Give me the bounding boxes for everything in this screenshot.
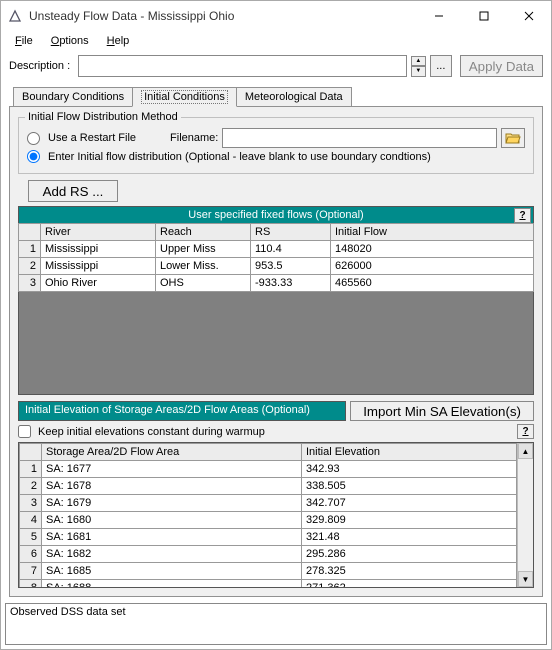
enter-dist-radio[interactable] <box>27 150 40 163</box>
description-more-button[interactable]: ... <box>430 55 452 77</box>
description-row: Description : ▲ ▼ ... Apply Data <box>1 51 551 81</box>
menu-file[interactable]: File <box>7 33 41 49</box>
table-row[interactable]: 5SA: 1681321.48 <box>20 529 517 546</box>
col-river[interactable]: River <box>41 224 156 241</box>
tab-boundary-conditions[interactable]: Boundary Conditions <box>13 87 133 106</box>
col-storage-area[interactable]: Storage Area/2D Flow Area <box>42 444 302 461</box>
use-restart-radio[interactable] <box>27 132 40 145</box>
tab-meteorological-data[interactable]: Meteorological Data <box>236 87 352 106</box>
enter-dist-label: Enter Initial flow distribution (Optiona… <box>48 151 431 163</box>
spinner-down-icon[interactable]: ▼ <box>411 66 426 77</box>
status-area: Observed DSS data set <box>5 603 547 645</box>
use-restart-label: Use a Restart File <box>48 132 136 144</box>
folder-open-icon <box>505 131 521 145</box>
table-row[interactable]: 3 Ohio River OHS -933.33 465560 <box>19 275 534 292</box>
fixed-flows-empty-area <box>18 292 534 395</box>
table-row[interactable]: 3SA: 1679342.707 <box>20 495 517 512</box>
table-row[interactable]: 1 Mississippi Upper Miss 110.4 148020 <box>19 241 534 258</box>
col-initial-flow[interactable]: Initial Flow <box>331 224 534 241</box>
maximize-button[interactable] <box>461 2 506 31</box>
fixed-flows-section: User specified fixed flows (Optional) ? … <box>18 206 534 395</box>
storage-scrollbar[interactable]: ▲ ▼ <box>517 443 533 587</box>
keep-elev-checkbox[interactable] <box>18 425 31 438</box>
keep-elev-label: Keep initial elevations constant during … <box>38 426 265 438</box>
tab-strip: Boundary Conditions Initial Conditions M… <box>1 81 551 106</box>
window-title: Unsteady Flow Data - Mississippi Ohio <box>29 9 416 23</box>
col-rs[interactable]: RS <box>251 224 331 241</box>
table-row[interactable]: 2 Mississippi Lower Miss. 953.5 626000 <box>19 258 534 275</box>
description-input[interactable] <box>78 55 407 77</box>
scroll-up-icon[interactable]: ▲ <box>518 443 533 459</box>
initial-flow-groupbox: Initial Flow Distribution Method Use a R… <box>18 117 534 174</box>
add-rs-button[interactable]: Add RS ... <box>28 180 118 202</box>
fixed-flows-title: User specified fixed flows (Optional) ? <box>18 206 534 223</box>
close-button[interactable] <box>506 2 551 31</box>
import-min-sa-button[interactable]: Import Min SA Elevation(s) <box>350 401 534 421</box>
groupbox-label: Initial Flow Distribution Method <box>25 111 181 123</box>
help-icon: ? <box>519 210 525 221</box>
storage-title: Initial Elevation of Storage Areas/2D Fl… <box>18 401 346 421</box>
col-initial-elev[interactable]: Initial Elevation <box>302 444 517 461</box>
tab-initial-conditions[interactable]: Initial Conditions <box>132 87 237 107</box>
titlebar: Unsteady Flow Data - Mississippi Ohio <box>1 1 551 31</box>
table-row[interactable]: 2SA: 1678338.505 <box>20 478 517 495</box>
filename-label: Filename: <box>170 132 218 144</box>
table-row[interactable]: 1SA: 1677342.93 <box>20 461 517 478</box>
spinner-up-icon[interactable]: ▲ <box>411 56 426 67</box>
fixed-flows-table[interactable]: River Reach RS Initial Flow 1 Mississipp… <box>18 223 534 292</box>
apply-data-button[interactable]: Apply Data <box>460 55 543 77</box>
use-restart-row: Use a Restart File Filename: <box>27 128 525 148</box>
storage-table[interactable]: Storage Area/2D Flow Area Initial Elevat… <box>19 443 517 588</box>
table-row[interactable]: 8SA: 1688271.362 <box>20 580 517 589</box>
table-row[interactable]: 4SA: 1680329.809 <box>20 512 517 529</box>
storage-help-button[interactable]: ? <box>517 424 534 439</box>
rownum-header <box>19 224 41 241</box>
menu-options[interactable]: Options <box>43 33 97 49</box>
fixed-flows-help-button[interactable]: ? <box>514 208 531 223</box>
filename-input[interactable] <box>222 128 497 148</box>
storage-table-wrap: Storage Area/2D Flow Area Initial Elevat… <box>18 442 534 588</box>
tab-panel: Initial Flow Distribution Method Use a R… <box>9 106 543 597</box>
menu-help[interactable]: Help <box>99 33 138 49</box>
scroll-down-icon[interactable]: ▼ <box>518 571 533 587</box>
storage-section: Initial Elevation of Storage Areas/2D Fl… <box>18 401 534 588</box>
table-row[interactable]: 7SA: 1685278.325 <box>20 563 517 580</box>
help-icon: ? <box>522 426 528 437</box>
rownum-header <box>20 444 42 461</box>
table-row[interactable]: 6SA: 1682295.286 <box>20 546 517 563</box>
description-label: Description : <box>9 60 70 72</box>
browse-file-button[interactable] <box>501 128 525 148</box>
menubar: File Options Help <box>1 31 551 51</box>
app-icon <box>7 8 23 24</box>
col-reach[interactable]: Reach <box>156 224 251 241</box>
status-text: Observed DSS data set <box>10 606 126 618</box>
minimize-button[interactable] <box>416 2 461 31</box>
description-spinner[interactable]: ▲ ▼ <box>411 56 426 77</box>
enter-dist-row: Enter Initial flow distribution (Optiona… <box>27 150 525 163</box>
